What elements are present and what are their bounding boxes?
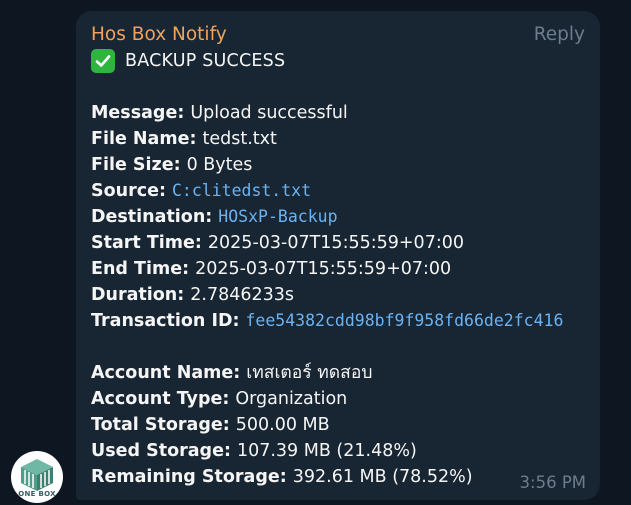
account-value: Organization: [235, 389, 348, 409]
account-row: Used Storage: 107.39 MB (21.48%): [91, 438, 591, 464]
account-key: Account Name:: [91, 363, 241, 383]
detail-key: Transaction ID:: [91, 311, 240, 331]
message-title-line: BACKUP SUCCESS: [91, 48, 591, 74]
detail-row: Start Time: 2025-03-07T15:55:59+07:00: [91, 230, 591, 256]
account-value: 392.61 MB (78.52%): [292, 467, 473, 487]
reply-button[interactable]: Reply: [534, 22, 585, 48]
source-code-value[interactable]: C:clitedst.txt: [172, 178, 311, 204]
check-mark-icon: [91, 49, 115, 73]
detail-key: File Name:: [91, 129, 197, 149]
detail-key: Destination:: [91, 207, 213, 227]
message-timestamp: 3:56 PM: [519, 473, 586, 492]
detail-key: Duration:: [91, 285, 185, 305]
detail-row: Duration: 2.7846233s: [91, 282, 591, 308]
account-row: Remaining Storage: 392.61 MB (78.52%): [91, 464, 591, 490]
detail-value: 0 Bytes: [186, 155, 253, 175]
detail-value: 2025-03-07T15:55:59+07:00: [195, 259, 452, 279]
detail-key: Start Time:: [91, 233, 202, 253]
account-value: 500.00 MB: [235, 415, 330, 435]
detail-row: File Name: tedst.txt: [91, 126, 591, 152]
sender-name[interactable]: Hos Box Notify: [91, 22, 227, 48]
detail-row: Message: Upload successful: [91, 100, 591, 126]
account-key: Used Storage:: [91, 441, 231, 461]
detail-key: End Time:: [91, 259, 190, 279]
detail-row: End Time: 2025-03-07T15:55:59+07:00: [91, 256, 591, 282]
detail-key: File Size:: [91, 155, 181, 175]
bot-avatar[interactable]: ONE BOX: [11, 451, 63, 503]
message-body: BACKUP SUCCESS Message: Upload successfu…: [91, 48, 591, 490]
detail-key: Message:: [91, 103, 185, 123]
message-bubble[interactable]: Hos Box Notify Reply BACKUP SUCCESS Mess…: [76, 11, 600, 500]
detail-value: 2.7846233s: [190, 285, 295, 305]
detail-row: Source: C:clitedst.txt: [91, 178, 591, 204]
detail-row: File Size: 0 Bytes: [91, 152, 591, 178]
account-row: Total Storage: 500.00 MB: [91, 412, 591, 438]
avatar-label: ONE BOX: [18, 490, 56, 498]
detail-value: 2025-03-07T15:55:59+07:00: [207, 233, 464, 253]
message-title: BACKUP SUCCESS: [125, 51, 286, 71]
detail-value: Upload successful: [190, 103, 348, 123]
account-key: Account Type:: [91, 389, 230, 409]
account-key: Remaining Storage:: [91, 467, 287, 487]
chat-view: ONE BOX Hos Box Notify Reply BACKUP SUCC…: [0, 0, 631, 505]
detail-key: Source:: [91, 181, 166, 201]
transaction-id-code-value[interactable]: fee54382cdd98bf9f958fd66de2fc416: [246, 308, 564, 334]
detail-row: Destination: HOSxP-Backup: [91, 204, 591, 230]
account-value: 107.39 MB (21.48%): [236, 441, 417, 461]
destination-code-value[interactable]: HOSxP-Backup: [218, 204, 337, 230]
account-key: Total Storage:: [91, 415, 230, 435]
account-value: เทสเตอร์ ทดสอบ: [246, 363, 373, 383]
detail-row: Transaction ID: fee54382cdd98bf9f958fd66…: [91, 308, 591, 334]
account-row: Account Name: เทสเตอร์ ทดสอบ: [91, 360, 591, 386]
account-row: Account Type: Organization: [91, 386, 591, 412]
detail-value: tedst.txt: [202, 129, 277, 149]
